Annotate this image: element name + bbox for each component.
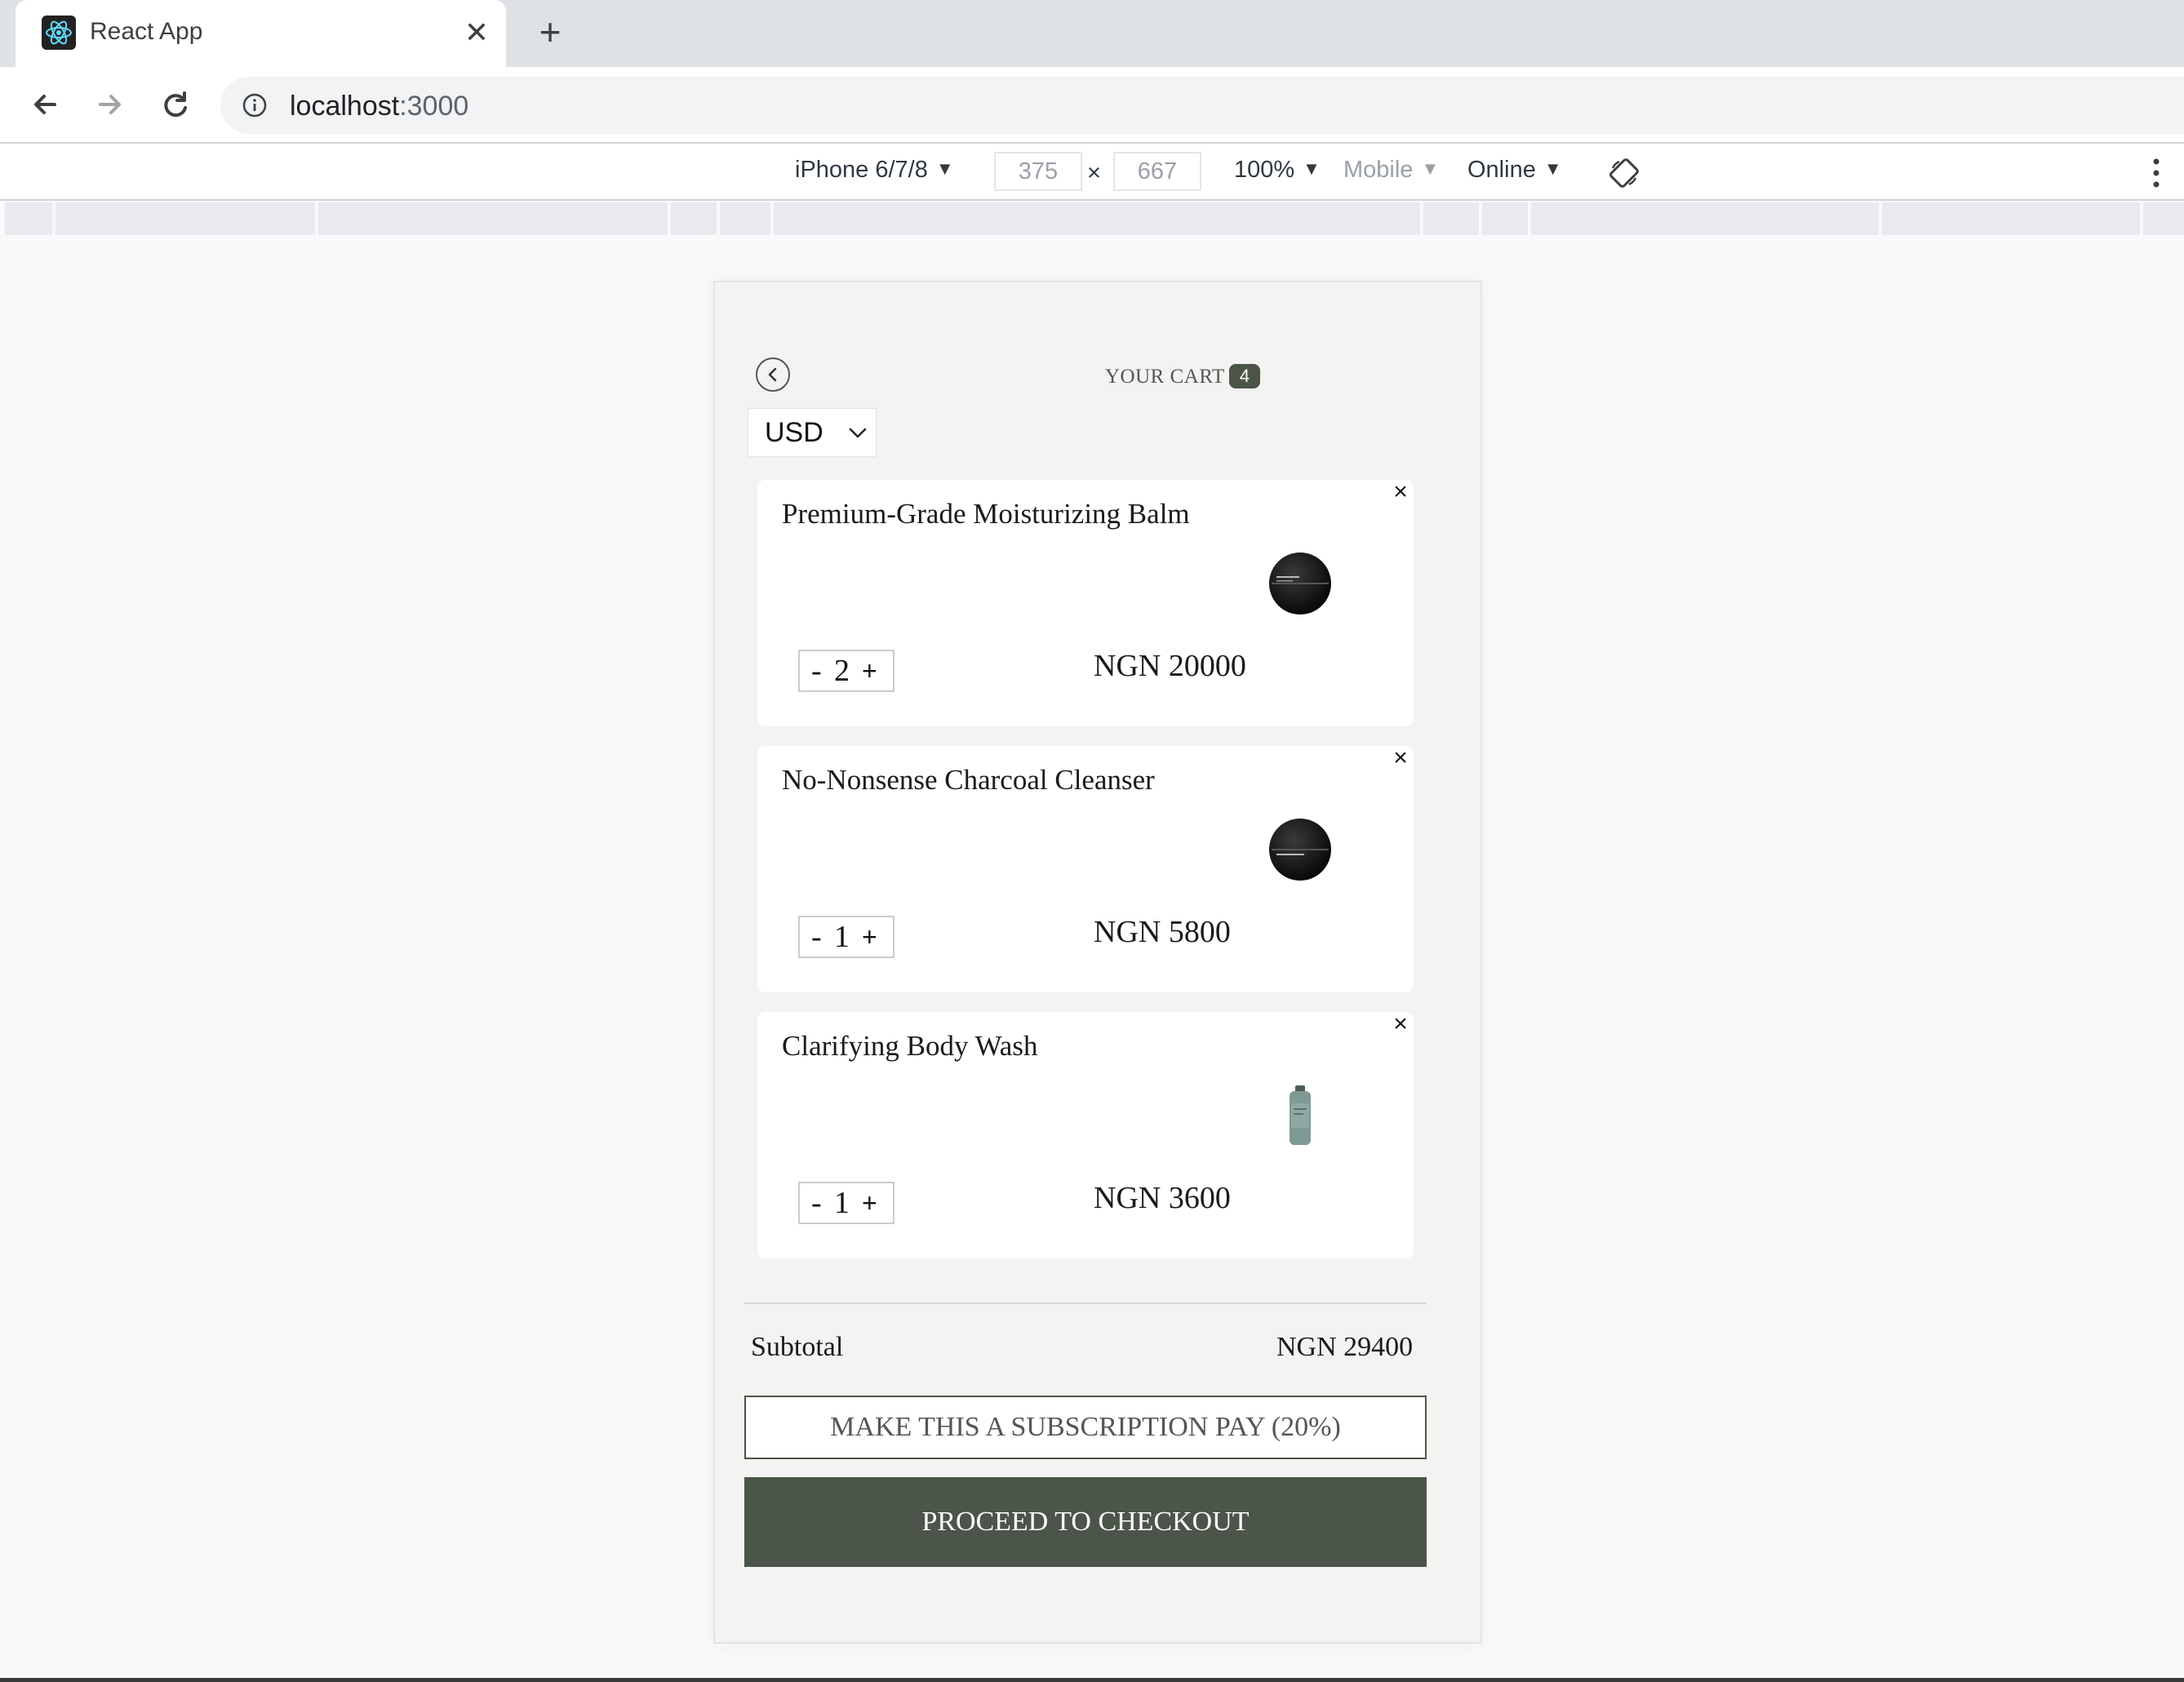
- zoom-select[interactable]: 100% ▼: [1234, 157, 1321, 184]
- new-tab-icon[interactable]: +: [532, 13, 568, 51]
- tab-strip: React App ✕ +: [0, 0, 2184, 67]
- url-text: localhost:3000: [290, 91, 469, 122]
- cart-item: × Clarifying Body Wash - 1 + NGN 3600: [757, 1012, 1414, 1258]
- height-input[interactable]: 667: [1113, 152, 1201, 191]
- cart-title: YOUR CART: [1105, 366, 1225, 388]
- currency-select[interactable]: USD: [748, 408, 877, 457]
- react-logo-icon: [42, 16, 76, 50]
- quantity-value: 2: [834, 654, 850, 688]
- back-arrow-icon[interactable]: [22, 82, 68, 127]
- quantity-stepper: - 1 +: [798, 916, 894, 958]
- increment-button[interactable]: +: [862, 1188, 877, 1218]
- more-vertical-icon[interactable]: [2146, 155, 2166, 191]
- subscription-button[interactable]: MAKE THIS A SUBSCRIPTION PAY (20%): [744, 1396, 1427, 1459]
- quantity-value: 1: [834, 920, 850, 954]
- device-toolbar: iPhone 6/7/8 ▼ 375 × 667 100% ▼ Mobile ▼ On…: [0, 142, 2184, 201]
- chevron-left-icon: [768, 367, 777, 382]
- remove-item-icon[interactable]: ×: [1388, 1012, 1413, 1036]
- quantity-stepper: - 1 +: [798, 1182, 894, 1224]
- increment-button[interactable]: +: [862, 656, 877, 686]
- media-query-ruler: [5, 202, 2184, 235]
- item-price: NGN 5800: [1094, 915, 1231, 949]
- tab-title: React App: [90, 18, 203, 45]
- product-image-jar: [1269, 819, 1331, 881]
- rotate-icon[interactable]: [1608, 157, 1640, 189]
- item-name: Premium-Grade Moisturizing Balm: [782, 498, 1190, 530]
- browser-tab[interactable]: React App ✕: [16, 0, 506, 67]
- mode-select[interactable]: Mobile ▼: [1343, 157, 1439, 184]
- subtotal-label: Subtotal: [751, 1332, 844, 1362]
- quantity-value: 1: [834, 1186, 850, 1220]
- cart-page: YOUR CART 4 USD × Premium-Grade Moisturi…: [713, 281, 1482, 1644]
- item-price: NGN 3600: [1094, 1181, 1231, 1215]
- cart-item: × No-Nonsense Charcoal Cleanser - 1 + NG…: [757, 746, 1414, 992]
- subtotal-value: NGN 29400: [1276, 1332, 1414, 1362]
- reload-icon[interactable]: [153, 82, 198, 127]
- device-select[interactable]: iPhone 6/7/8 ▼: [795, 157, 954, 184]
- decrement-button[interactable]: -: [811, 653, 822, 689]
- decrement-button[interactable]: -: [811, 1185, 822, 1221]
- product-image-jar: [1269, 553, 1331, 615]
- checkout-button[interactable]: PROCEED TO CHECKOUT: [744, 1477, 1427, 1567]
- increment-button[interactable]: +: [862, 922, 877, 952]
- width-input[interactable]: 375: [994, 152, 1082, 191]
- forward-arrow-icon[interactable]: [87, 82, 133, 127]
- network-select[interactable]: Online ▼: [1467, 157, 1562, 184]
- divider: [744, 1303, 1427, 1304]
- currency-value: USD: [765, 417, 823, 448]
- back-button[interactable]: [756, 357, 790, 392]
- tab-close-icon[interactable]: ✕: [459, 15, 495, 51]
- quantity-stepper: - 2 +: [798, 650, 894, 692]
- address-bar[interactable]: localhost:3000: [220, 77, 2184, 134]
- dimension-separator: ×: [1087, 160, 1101, 186]
- cart-count-badge: 4: [1229, 364, 1260, 388]
- product-image-bottle: [1290, 1085, 1311, 1145]
- info-icon[interactable]: [242, 92, 268, 118]
- remove-item-icon[interactable]: ×: [1388, 746, 1413, 770]
- remove-item-icon[interactable]: ×: [1388, 480, 1413, 504]
- chevron-down-icon: [849, 428, 867, 438]
- bottom-edge: [0, 1678, 2184, 1682]
- decrement-button[interactable]: -: [811, 919, 822, 955]
- item-name: No-Nonsense Charcoal Cleanser: [782, 764, 1155, 796]
- cart-item: × Premium-Grade Moisturizing Balm - 2 + …: [757, 480, 1414, 726]
- item-price: NGN 20000: [1094, 649, 1246, 683]
- item-name: Clarifying Body Wash: [782, 1030, 1038, 1062]
- browser-toolbar: localhost:3000: [0, 67, 2184, 142]
